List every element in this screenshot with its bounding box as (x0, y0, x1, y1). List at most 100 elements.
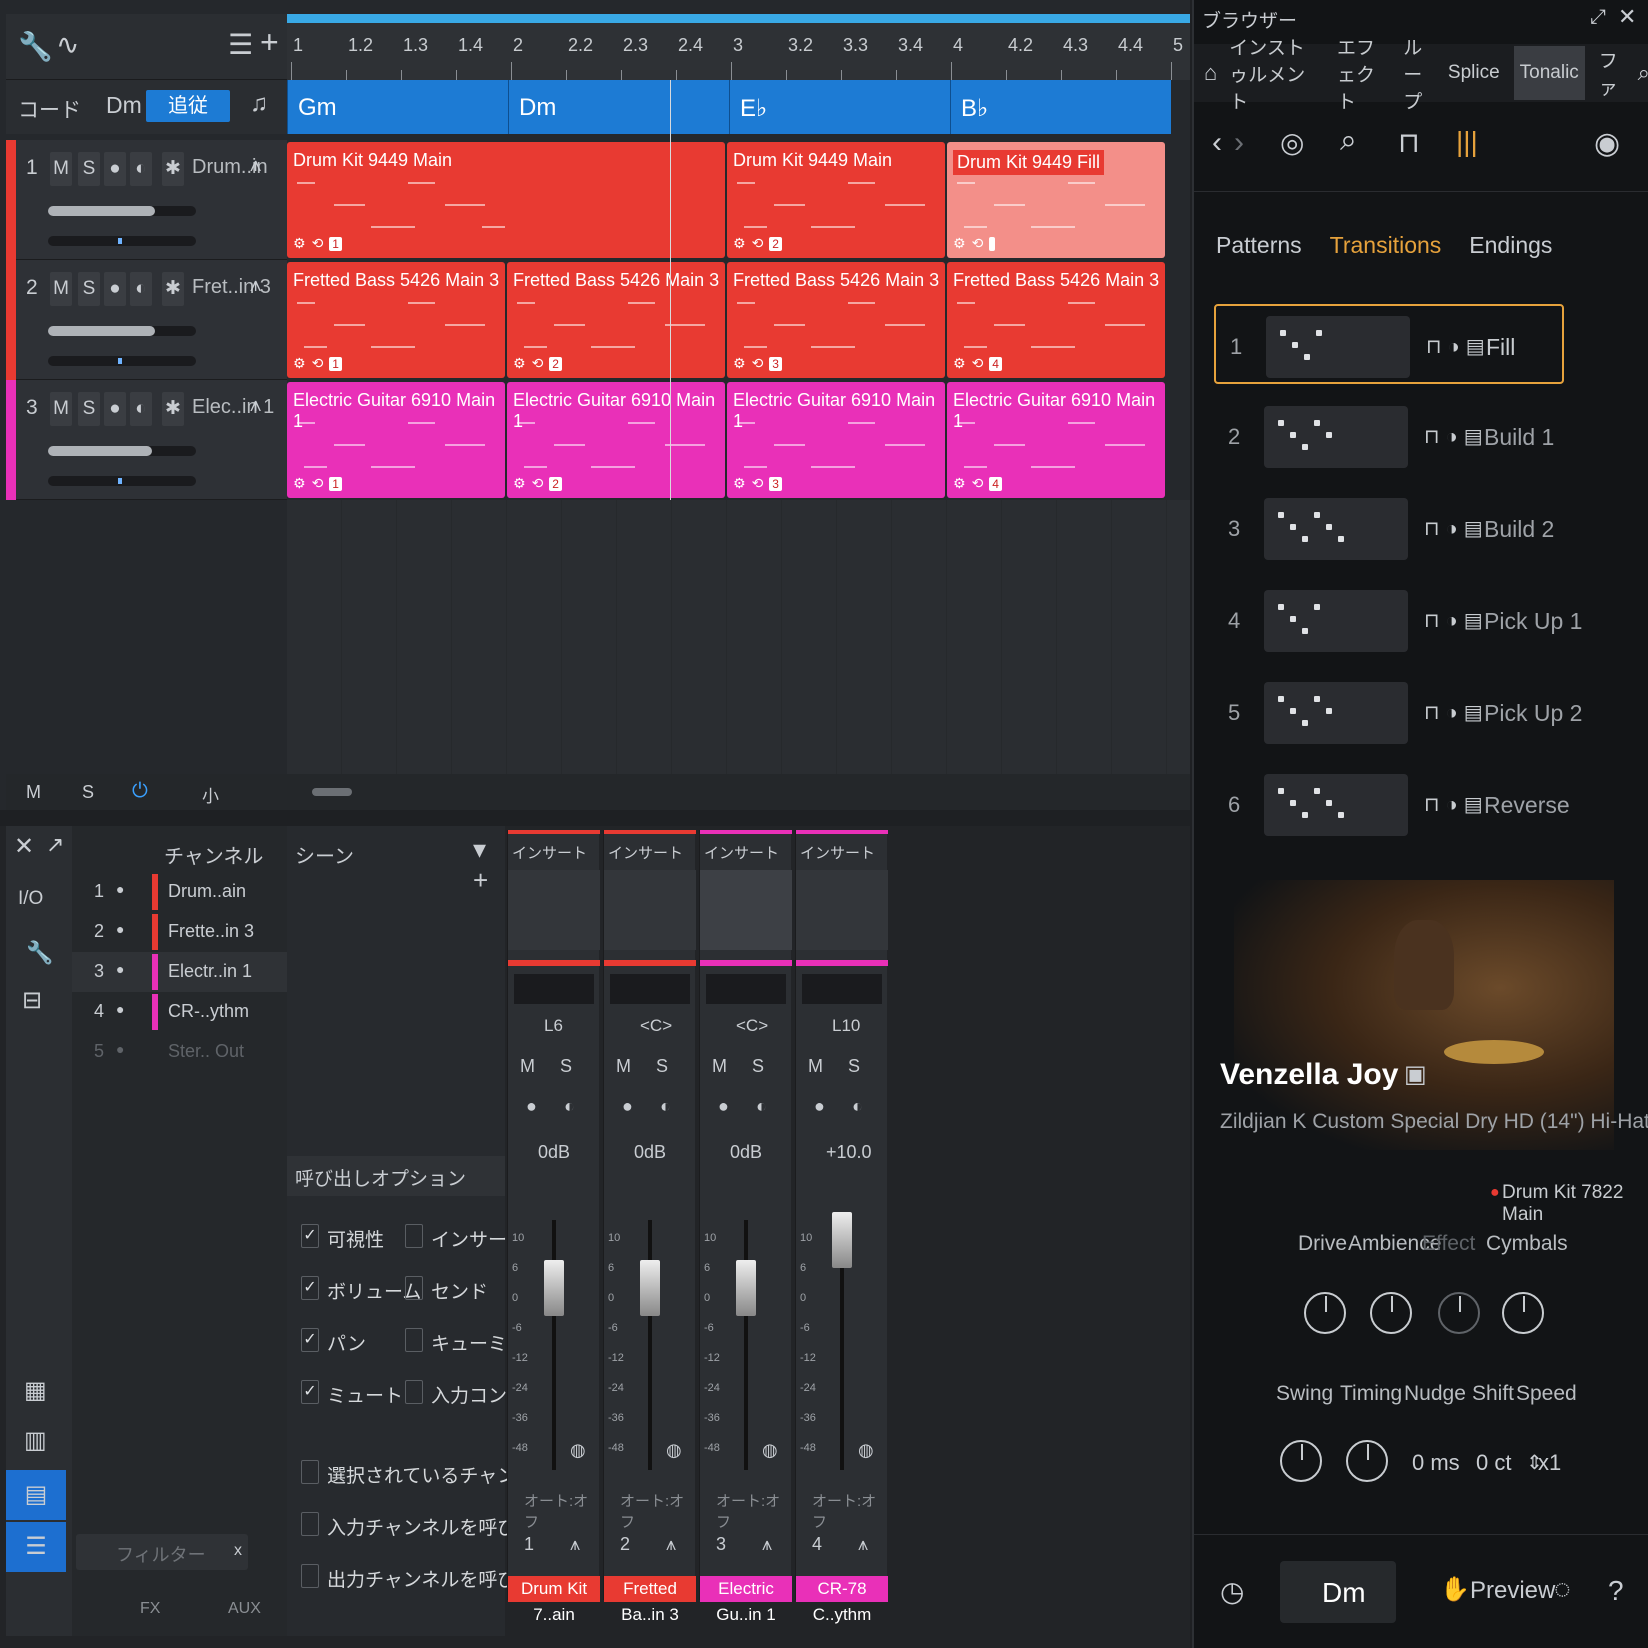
fx-tab[interactable]: FX (140, 1600, 160, 1618)
browser-tab[interactable]: エフェクト (1337, 33, 1389, 114)
pattern-row[interactable]: 3 ⊓ ◑ ▤ Build 2 (1214, 488, 1564, 568)
compass-icon[interactable]: ◎ (1280, 126, 1304, 159)
kit-name[interactable]: Drum Kit 7822 Main (1502, 1182, 1648, 1226)
undock-icon[interactable]: ⤢ (1590, 6, 1606, 29)
arrange-clip[interactable]: Electric Guitar 6910 Main 1 ⚙ ⟲ 4 (947, 382, 1165, 498)
pattern-row[interactable]: 5 ⊓ ◑ ▤ Pick Up 2 (1214, 672, 1582, 752)
arrange-clip[interactable]: Fretted Bass 5426 Main 3 ⚙ ⟲ 4 (947, 262, 1165, 378)
visibility-icon[interactable]: ● (116, 1001, 124, 1017)
arrange-clip[interactable]: Drum Kit 9449 Fill ⚙ ⟲ (947, 142, 1165, 258)
strip-name[interactable]: Electric Gu..in 1 (700, 1576, 792, 1624)
mute-button[interactable]: M (50, 272, 72, 306)
audition-icon[interactable]: ◑ (1446, 518, 1458, 540)
insert-label[interactable]: インサート (608, 842, 683, 863)
fader-handle[interactable] (736, 1260, 756, 1316)
timebase-button[interactable]: ✱ (162, 392, 184, 426)
knob[interactable] (1280, 1440, 1322, 1482)
automation-mode[interactable]: オート:オフ (620, 1490, 695, 1532)
metronome-icon[interactable]: ◷ (1220, 1575, 1244, 1608)
pan-slider[interactable] (48, 236, 196, 246)
forward-icon[interactable]: › (1234, 126, 1244, 160)
key-button[interactable]: Dm (1280, 1561, 1396, 1623)
fader-handle[interactable] (544, 1260, 564, 1316)
drag-icon[interactable]: ▤ (1464, 426, 1483, 448)
help-button[interactable]: ? (1608, 1575, 1624, 1607)
monitor-button[interactable]: ◐ (130, 152, 152, 186)
arrange-clip[interactable]: Fretted Bass 5426 Main 3 ⚙ ⟲ 1 (287, 262, 505, 378)
recall-option-checkbox[interactable]: ✓ (301, 1380, 319, 1404)
insert-label[interactable]: インサート (704, 842, 779, 863)
fader-lock-icon[interactable]: ◍ (570, 1440, 586, 1461)
chord-block[interactable]: Dm (508, 80, 729, 134)
arrange-clip[interactable]: Fretted Bass 5426 Main 3 ⚙ ⟲ 2 (507, 262, 725, 378)
visibility-icon[interactable]: ● (116, 921, 124, 937)
drag-icon[interactable]: ▤ (1464, 610, 1483, 632)
knob[interactable] (1502, 1292, 1544, 1334)
browser-tab[interactable]: ファ (1599, 46, 1620, 100)
tab-patterns[interactable]: Patterns (1216, 232, 1302, 259)
tab-endings[interactable]: Endings (1469, 232, 1552, 259)
grid-icon[interactable]: ▦ (24, 1376, 47, 1405)
aux-tab[interactable]: AUX (228, 1600, 261, 1618)
artist-info-icon[interactable]: ▣ (1404, 1060, 1427, 1089)
browser-tab[interactable]: ループ (1403, 33, 1434, 114)
fader-lock-icon[interactable]: ◍ (762, 1440, 778, 1461)
recall-option-checkbox[interactable] (301, 1460, 319, 1484)
audition-icon[interactable]: ◑ (1448, 336, 1460, 358)
account-icon[interactable]: ◉ (1594, 126, 1620, 161)
channel-row[interactable]: 2 ● Frette..in 3 (72, 912, 287, 952)
strip-monitor-button[interactable]: ◐ (660, 1096, 671, 1117)
strip-mute-button[interactable]: M (616, 1056, 631, 1077)
strip-name[interactable]: Drum Kit 7..ain (508, 1576, 600, 1624)
drag-icon[interactable]: ▤ (1466, 336, 1485, 358)
track-name[interactable]: Elec..in 1 (192, 396, 274, 419)
track-header[interactable]: 3 M S ● ◐ ✱ Elec..in 1 ⩚ (6, 380, 287, 500)
strip-record-button[interactable]: ● (622, 1096, 633, 1117)
fader-handle[interactable] (640, 1260, 660, 1316)
automation-mode[interactable]: オート:オフ (716, 1490, 791, 1532)
preview-button[interactable]: Preview (1470, 1577, 1555, 1605)
strip-monitor-button[interactable]: ◐ (564, 1096, 575, 1117)
loop-icon[interactable]: ⟲ (972, 355, 984, 371)
loop-icon[interactable]: ⟲ (972, 235, 984, 251)
pan-display[interactable] (802, 974, 882, 1004)
recall-option-checkbox[interactable] (405, 1380, 423, 1404)
solo-button[interactable]: S (78, 152, 100, 186)
mixer-view-icon[interactable]: ▤ (6, 1470, 66, 1520)
recall-option-checkbox[interactable]: ✓ (301, 1224, 319, 1248)
knob[interactable] (1438, 1292, 1480, 1334)
strip-mute-button[interactable]: M (712, 1056, 727, 1077)
bookmark-icon[interactable]: ⊓ (1424, 426, 1440, 448)
track-size-button[interactable]: 小 (202, 782, 219, 807)
io-button[interactable]: I/O (18, 888, 43, 910)
channel-row[interactable]: 1 ● Drum..ain (72, 872, 287, 912)
gear-icon[interactable]: ⚙ (293, 475, 306, 491)
insert-label[interactable]: インサート (800, 842, 875, 863)
pan-display[interactable] (514, 974, 594, 1004)
fader-handle[interactable] (832, 1212, 852, 1268)
solo-button[interactable]: S (78, 392, 100, 426)
loop-icon[interactable]: ⟲ (752, 235, 764, 251)
insert-slot[interactable] (604, 870, 696, 950)
record-button[interactable]: ● (104, 152, 126, 186)
filter-input[interactable]: フィルター x (76, 1534, 248, 1570)
strip-record-button[interactable]: ● (526, 1096, 537, 1117)
strip-monitor-button[interactable]: ◐ (852, 1096, 863, 1117)
gear-icon[interactable]: ⚙ (953, 475, 966, 491)
gear-icon[interactable]: ⚙ (953, 355, 966, 371)
preview-toggle-icon[interactable]: ◌ (1554, 1573, 1571, 1605)
tab-transitions[interactable]: Transitions (1330, 232, 1442, 259)
bookmark-icon[interactable]: ⊓ (1424, 518, 1440, 540)
automation-mode[interactable]: オート:オフ (524, 1490, 599, 1532)
recall-option-checkbox[interactable] (405, 1328, 423, 1352)
chord-settings-icon[interactable]: ♫ (250, 90, 268, 118)
chord-block[interactable]: B♭ (950, 80, 1171, 134)
gear-icon[interactable]: ⚙ (733, 235, 746, 251)
chord-block[interactable]: Gm (287, 80, 508, 134)
back-icon[interactable]: ‹ (1212, 126, 1222, 160)
volume-slider[interactable] (48, 446, 196, 456)
track-header[interactable]: 1 M S ● ◐ ✱ Drum..in ⩚ (6, 140, 287, 260)
chord-block[interactable]: E♭ (729, 80, 950, 134)
volume-slider[interactable] (48, 326, 196, 336)
pan-slider[interactable] (48, 476, 196, 486)
